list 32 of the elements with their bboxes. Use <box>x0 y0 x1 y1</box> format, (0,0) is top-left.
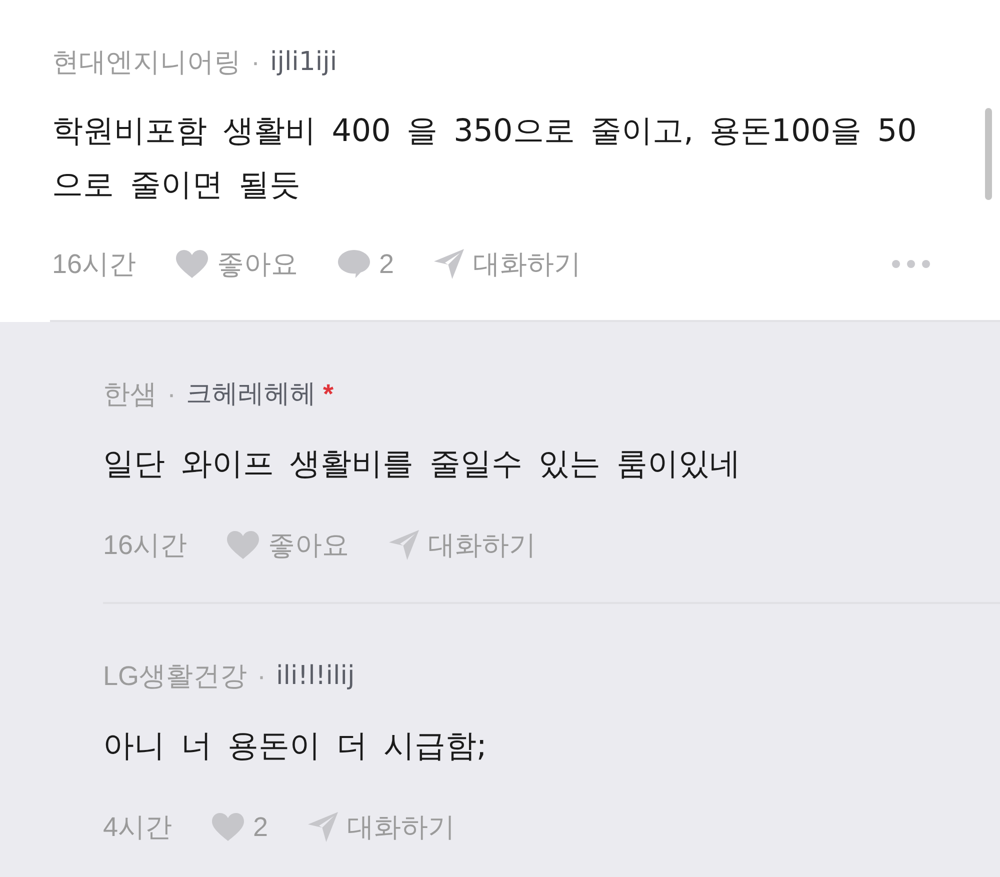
chat-button[interactable]: 대화하기 <box>308 809 456 845</box>
speech-bubble-icon <box>338 250 370 278</box>
comment-button[interactable]: 2 <box>338 248 394 280</box>
separator-dot: · <box>257 660 266 693</box>
more-dots-icon <box>892 260 930 268</box>
heart-icon <box>176 250 208 278</box>
like-button[interactable]: 좋아요 <box>227 527 350 563</box>
nickname: 크헤레헤헤 <box>186 378 316 411</box>
paper-plane-icon <box>308 812 338 842</box>
chat-button[interactable]: 대화하기 <box>389 527 536 563</box>
chat-button[interactable]: 대화하기 <box>434 246 582 282</box>
like-button[interactable]: 좋아요 <box>176 246 298 282</box>
company-name: LG생활건강 <box>103 660 248 693</box>
like-button[interactable]: 2 <box>212 812 268 842</box>
paper-plane-icon <box>434 249 464 279</box>
heart-icon <box>212 813 244 841</box>
company-name: 현대엔지니어링 <box>52 46 241 79</box>
author-asterisk: * <box>323 378 334 411</box>
company-name: 한샘 <box>103 378 157 411</box>
heart-icon <box>227 531 260 559</box>
separator-dot: · <box>251 46 260 79</box>
comment-text: 학원비포함 생활비 400 을 350으로 줄이고, 용돈100을 50으로 줄이면 될듯 <box>52 112 918 205</box>
paper-plane-icon <box>389 530 420 560</box>
nickname: ili!l!ilij <box>276 660 355 693</box>
reply-text: 아니 너 용돈이 더 시급함; <box>103 727 488 766</box>
reply-text: 일단 와이프 생활비를 줄일수 있는 룸이있네 <box>103 445 742 484</box>
post-time: 4시간 <box>103 811 172 844</box>
post-time: 16시간 <box>52 248 136 281</box>
more-button[interactable] <box>892 260 930 268</box>
nickname: ijli1iji <box>270 46 338 79</box>
separator-dot: · <box>167 378 176 411</box>
post-time: 16시간 <box>103 529 188 562</box>
